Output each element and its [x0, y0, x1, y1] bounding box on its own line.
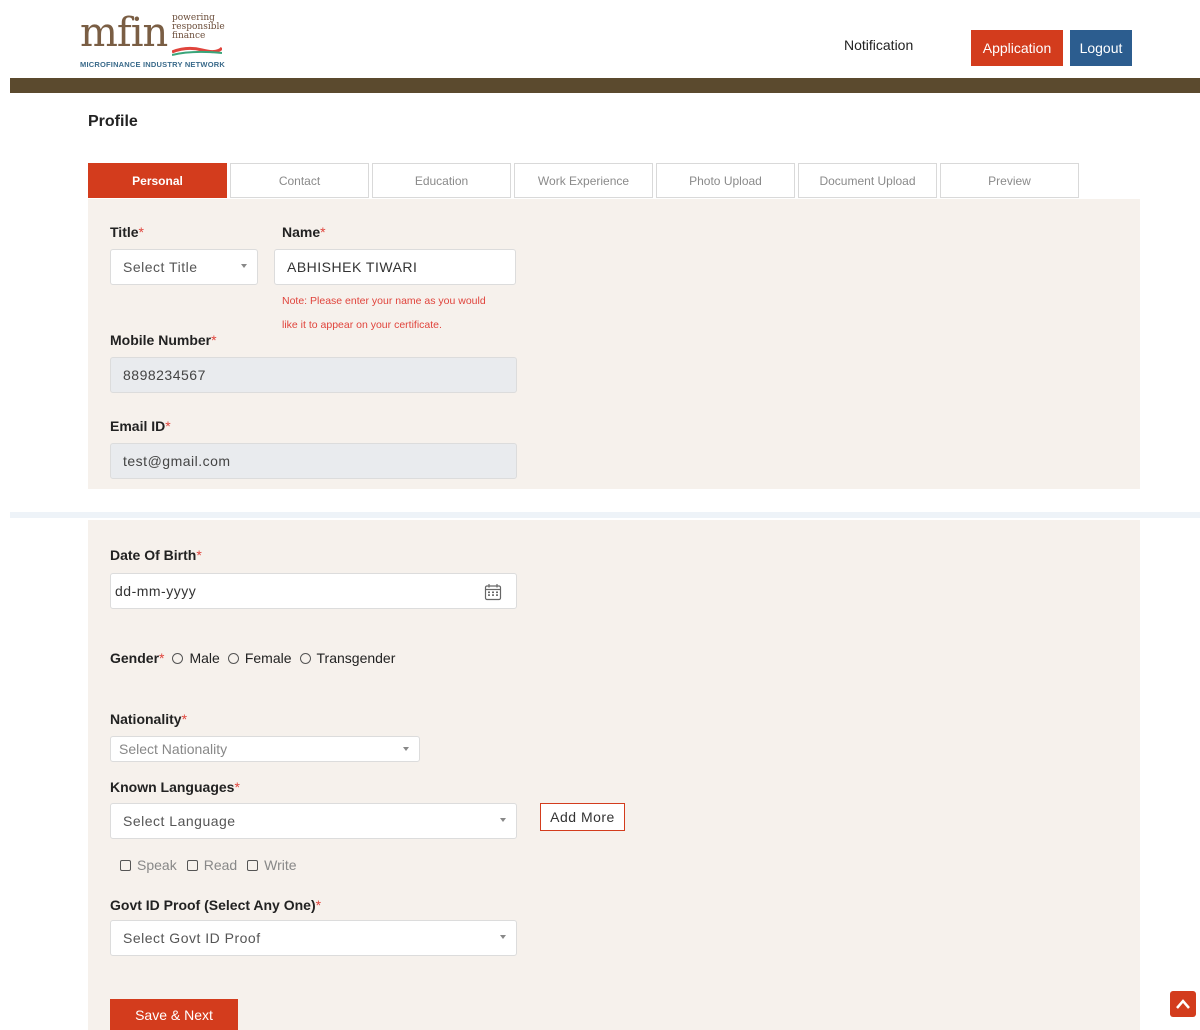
email-input[interactable]: test@gmail.com — [110, 443, 517, 479]
logo-swoosh-icon — [172, 46, 222, 56]
scroll-to-top-button[interactable] — [1170, 991, 1196, 1017]
gender-transgender-radio[interactable] — [299, 652, 311, 664]
name-input[interactable]: ABHISHEK TIWARI — [274, 249, 516, 285]
calendar-icon[interactable] — [484, 583, 502, 601]
nationality-select[interactable]: Select Nationality — [110, 736, 420, 762]
page-title: Profile — [88, 113, 138, 130]
write-label[interactable]: Write — [264, 857, 296, 873]
logo-tagline: powering responsible finance — [172, 13, 225, 41]
read-label[interactable]: Read — [204, 857, 237, 873]
section-divider — [10, 512, 1200, 518]
tab-work-experience[interactable]: Work Experience — [514, 163, 653, 198]
name-note: Note: Please enter your name as you woul… — [282, 295, 486, 331]
name-label: Name* — [282, 224, 326, 240]
govt-id-label: Govt ID Proof (Select Any One)* — [110, 897, 322, 913]
mobile-label: Mobile Number* — [110, 332, 217, 348]
languages-label: Known Languages* — [110, 779, 240, 795]
gender-female-radio[interactable] — [227, 652, 239, 664]
email-label: Email ID* — [110, 418, 171, 434]
write-checkbox[interactable] — [247, 859, 259, 871]
chevron-down-icon — [500, 935, 506, 939]
header-divider-bar — [10, 78, 1200, 93]
notification-link[interactable]: Notification — [844, 37, 913, 53]
site-header: mfin powering responsible finance MICROF… — [0, 0, 1200, 78]
add-more-language-button[interactable]: Add More — [540, 803, 625, 831]
language-select[interactable]: Select Language — [110, 803, 517, 839]
chevron-down-icon — [241, 264, 247, 268]
tab-contact[interactable]: Contact — [230, 163, 369, 198]
title-select[interactable]: Select Title — [110, 249, 258, 285]
gender-male-label[interactable]: Male — [189, 650, 219, 666]
title-label: Title* — [110, 224, 144, 240]
dob-label: Date Of Birth* — [110, 547, 202, 563]
tab-education[interactable]: Education — [372, 163, 511, 198]
speak-checkbox[interactable] — [120, 859, 131, 871]
logout-button[interactable]: Logout — [1070, 30, 1132, 66]
gender-transgender-label[interactable]: Transgender — [317, 650, 396, 666]
gender-label: Gender* — [110, 650, 165, 666]
logo-subtitle: MICROFINANCE INDUSTRY NETWORK — [80, 60, 225, 69]
language-abilities: Speak Read Write — [120, 857, 307, 873]
gender-female-label[interactable]: Female — [245, 650, 292, 666]
chevron-down-icon — [403, 747, 409, 751]
tab-document-upload[interactable]: Document Upload — [798, 163, 937, 198]
tab-preview[interactable]: Preview — [940, 163, 1079, 198]
chevron-up-icon — [1176, 999, 1190, 1009]
mfin-logo[interactable]: mfin powering responsible finance MICROF… — [80, 10, 240, 72]
gender-male-radio[interactable] — [172, 652, 184, 664]
dob-input[interactable]: dd-mm-yyyy — [110, 573, 517, 609]
nationality-label: Nationality* — [110, 711, 188, 727]
logo-wordmark: mfin — [80, 10, 168, 56]
profile-tabs: Personal Contact Education Work Experien… — [88, 163, 1082, 198]
save-next-button[interactable]: Save & Next — [110, 999, 238, 1030]
chevron-down-icon — [500, 818, 506, 822]
read-checkbox[interactable] — [186, 859, 198, 871]
gender-radio-group: Gender* Male Female Transgender — [110, 650, 395, 666]
application-button[interactable]: Application — [971, 30, 1063, 66]
mobile-input[interactable]: 8898234567 — [110, 357, 517, 393]
speak-label[interactable]: Speak — [137, 857, 177, 873]
govt-id-select[interactable]: Select Govt ID Proof — [110, 920, 517, 956]
tab-personal[interactable]: Personal — [88, 163, 227, 198]
tab-photo-upload[interactable]: Photo Upload — [656, 163, 795, 198]
